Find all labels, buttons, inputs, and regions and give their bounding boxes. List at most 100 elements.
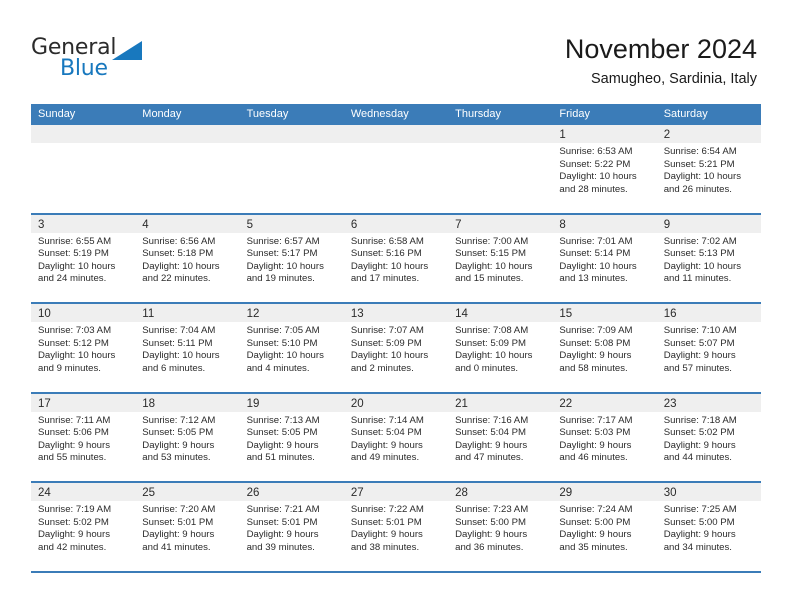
sunset-line: Sunset: 5:02 PM	[38, 516, 109, 528]
daylight-line-2: and 58 minutes.	[559, 362, 628, 374]
day-cell[interactable]: 6 Sunrise: 6:58 AM Sunset: 5:16 PM Dayli…	[343, 214, 449, 302]
weekday-header-saturday: Saturday	[663, 108, 708, 120]
day-cell[interactable]: 24 Sunrise: 7:19 AM Sunset: 5:02 PM Dayl…	[31, 483, 136, 571]
sunrise-line: Sunrise: 7:00 AM	[455, 235, 529, 247]
day-cell[interactable]: 21 Sunrise: 7:16 AM Sunset: 5:04 PM Dayl…	[448, 393, 553, 481]
day-details: Sunrise: 7:25 AM Sunset: 5:00 PM Dayligh…	[657, 501, 761, 554]
weekday-header-monday: Monday	[142, 108, 182, 120]
day-details: Sunrise: 7:12 AM Sunset: 5:05 PM Dayligh…	[135, 412, 239, 465]
day-cell[interactable]: 27 Sunrise: 7:22 AM Sunset: 5:01 PM Dayl…	[343, 483, 449, 571]
day-number: 13	[350, 308, 364, 320]
day-cell[interactable]: 18 Sunrise: 7:12 AM Sunset: 5:05 PM Dayl…	[135, 393, 240, 481]
day-cell[interactable]: 23 Sunrise: 7:18 AM Sunset: 5:02 PM Dayl…	[656, 393, 761, 481]
day-cell[interactable]: 20 Sunrise: 7:14 AM Sunset: 5:04 PM Dayl…	[343, 393, 449, 481]
day-details: Sunrise: 7:11 AM Sunset: 5:06 PM Dayligh…	[31, 412, 135, 465]
sunrise-line: Sunrise: 7:21 AM	[246, 504, 320, 515]
day-cell[interactable]: 15 Sunrise: 7:09 AM Sunset: 5:08 PM Dayl…	[552, 304, 657, 392]
day-cell[interactable]: 12 Sunrise: 7:05 AM Sunset: 5:10 PM Dayl…	[239, 304, 344, 392]
day-cell[interactable]: 14 Sunrise: 7:08 AM Sunset: 5:09 PM Dayl…	[448, 304, 553, 392]
day-cell[interactable]: 2 Sunrise: 6:54 AM Sunset: 5:21 PM Dayli…	[656, 125, 761, 213]
sunrise-line: Sunrise: 7:13 AM	[246, 414, 320, 426]
day-number-band: 8	[552, 214, 657, 233]
day-cell[interactable]	[31, 125, 136, 213]
daylight-line-2: and 53 minutes.	[142, 452, 211, 464]
sunset-line: Sunset: 5:14 PM	[559, 248, 631, 260]
day-cell[interactable]: 1 Sunrise: 6:53 AM Sunset: 5:22 PM Dayli…	[552, 125, 657, 213]
day-details: Sunrise: 7:17 AM Sunset: 5:03 PM Dayligh…	[552, 412, 656, 465]
day-cell[interactable]: 26 Sunrise: 7:21 AM Sunset: 5:01 PM Dayl…	[239, 483, 344, 571]
day-cell[interactable]	[448, 125, 553, 213]
daylight-line-2: and 46 minutes.	[559, 452, 628, 464]
day-cell[interactable]: 28 Sunrise: 7:23 AM Sunset: 5:00 PM Dayl…	[448, 483, 553, 571]
day-number-band: 1	[552, 125, 657, 143]
day-details: Sunrise: 6:54 AM Sunset: 5:21 PM Dayligh…	[657, 143, 761, 196]
week-row: 1 Sunrise: 6:53 AM Sunset: 5:22 PM Dayli…	[31, 125, 761, 215]
day-details: Sunrise: 6:55 AM Sunset: 5:19 PM Dayligh…	[31, 233, 135, 286]
sunrise-line: Sunrise: 7:03 AM	[38, 325, 112, 336]
day-details: Sunrise: 6:57 AM Sunset: 5:17 PM Dayligh…	[240, 233, 344, 286]
daylight-line-1: Daylight: 10 hours	[559, 260, 637, 272]
day-cell[interactable]: 29 Sunrise: 7:24 AM Sunset: 5:00 PM Dayl…	[552, 483, 657, 571]
sunset-line: Sunset: 5:02 PM	[663, 427, 735, 439]
day-cell[interactable]	[239, 125, 344, 213]
sunset-line: Sunset: 5:19 PM	[38, 248, 109, 260]
daylight-line-1: Daylight: 10 hours	[455, 350, 533, 362]
day-cell[interactable]: 11 Sunrise: 7:04 AM Sunset: 5:11 PM Dayl…	[135, 304, 240, 392]
day-number-band: 2	[656, 125, 761, 143]
day-number-band: 11	[135, 304, 240, 322]
sunset-line: Sunset: 5:15 PM	[455, 248, 527, 260]
daylight-line-2: and 15 minutes.	[455, 273, 524, 285]
daylight-line-2: and 6 minutes.	[142, 362, 206, 374]
day-cell[interactable]	[135, 125, 240, 213]
sunset-line: Sunset: 5:21 PM	[663, 158, 735, 170]
sunset-line: Sunset: 5:00 PM	[663, 516, 735, 528]
sunrise-line: Sunrise: 7:05 AM	[246, 325, 320, 336]
day-cell[interactable]: 3 Sunrise: 6:55 AM Sunset: 5:19 PM Dayli…	[31, 214, 136, 302]
day-number-band	[135, 125, 240, 143]
day-number-band	[343, 125, 449, 143]
weekday-header-wednesday: Wednesday	[350, 108, 409, 120]
weekday-header-friday: Friday	[559, 108, 590, 120]
day-cell[interactable]: 17 Sunrise: 7:11 AM Sunset: 5:06 PM Dayl…	[31, 393, 136, 481]
sunset-line: Sunset: 5:01 PM	[350, 516, 422, 528]
day-number-band: 16	[656, 304, 761, 322]
day-number-band: 14	[448, 304, 553, 322]
day-cell[interactable]: 5 Sunrise: 6:57 AM Sunset: 5:17 PM Dayli…	[239, 214, 344, 302]
day-number: 8	[559, 218, 566, 231]
day-cell[interactable]: 30 Sunrise: 7:25 AM Sunset: 5:00 PM Dayl…	[656, 483, 761, 571]
day-cell[interactable]: 22 Sunrise: 7:17 AM Sunset: 5:03 PM Dayl…	[552, 393, 657, 481]
day-number-band: 23	[656, 393, 761, 412]
day-number-band: 24	[31, 483, 136, 501]
day-cell[interactable]: 8 Sunrise: 7:01 AM Sunset: 5:14 PM Dayli…	[552, 214, 657, 302]
daylight-line-1: Daylight: 10 hours	[350, 350, 429, 362]
daylight-line-2: and 38 minutes.	[350, 541, 420, 553]
day-cell[interactable]: 16 Sunrise: 7:10 AM Sunset: 5:07 PM Dayl…	[656, 304, 761, 392]
day-details: Sunrise: 7:01 AM Sunset: 5:14 PM Dayligh…	[552, 233, 656, 286]
day-number: 19	[246, 397, 260, 410]
day-cell[interactable]: 7 Sunrise: 7:00 AM Sunset: 5:15 PM Dayli…	[448, 214, 553, 302]
day-number: 28	[455, 487, 468, 499]
day-number-band	[31, 125, 136, 143]
day-cell[interactable]	[343, 125, 449, 213]
sunset-line: Sunset: 5:05 PM	[246, 427, 318, 439]
day-number-band: 5	[239, 214, 344, 233]
day-details: Sunrise: 6:56 AM Sunset: 5:18 PM Dayligh…	[135, 233, 239, 286]
day-cell[interactable]: 19 Sunrise: 7:13 AM Sunset: 5:05 PM Dayl…	[239, 393, 344, 481]
day-details: Sunrise: 7:22 AM Sunset: 5:01 PM Dayligh…	[344, 501, 448, 554]
day-cell[interactable]: 25 Sunrise: 7:20 AM Sunset: 5:01 PM Dayl…	[135, 483, 240, 571]
sunset-line: Sunset: 5:13 PM	[663, 248, 735, 260]
day-cell[interactable]: 10 Sunrise: 7:03 AM Sunset: 5:12 PM Dayl…	[31, 304, 136, 392]
daylight-line-1: Daylight: 9 hours	[559, 529, 632, 541]
sunrise-line: Sunrise: 7:12 AM	[142, 414, 216, 426]
general-blue-logo[interactable]: General Blue	[31, 36, 161, 84]
day-cell[interactable]: 9 Sunrise: 7:02 AM Sunset: 5:13 PM Dayli…	[656, 214, 761, 302]
day-details: Sunrise: 7:23 AM Sunset: 5:00 PM Dayligh…	[448, 501, 552, 554]
sunset-line: Sunset: 5:08 PM	[559, 337, 631, 349]
day-cell[interactable]: 13 Sunrise: 7:07 AM Sunset: 5:09 PM Dayl…	[343, 304, 449, 392]
calendar-grid: Sunday Monday Tuesday Wednesday Thursday…	[31, 104, 761, 573]
daylight-line-2: and 36 minutes.	[455, 541, 524, 553]
day-details: Sunrise: 7:14 AM Sunset: 5:04 PM Dayligh…	[344, 412, 448, 465]
daylight-line-1: Daylight: 10 hours	[246, 260, 324, 272]
day-cell[interactable]: 4 Sunrise: 6:56 AM Sunset: 5:18 PM Dayli…	[135, 214, 240, 302]
sunrise-line: Sunrise: 6:55 AM	[38, 235, 112, 247]
